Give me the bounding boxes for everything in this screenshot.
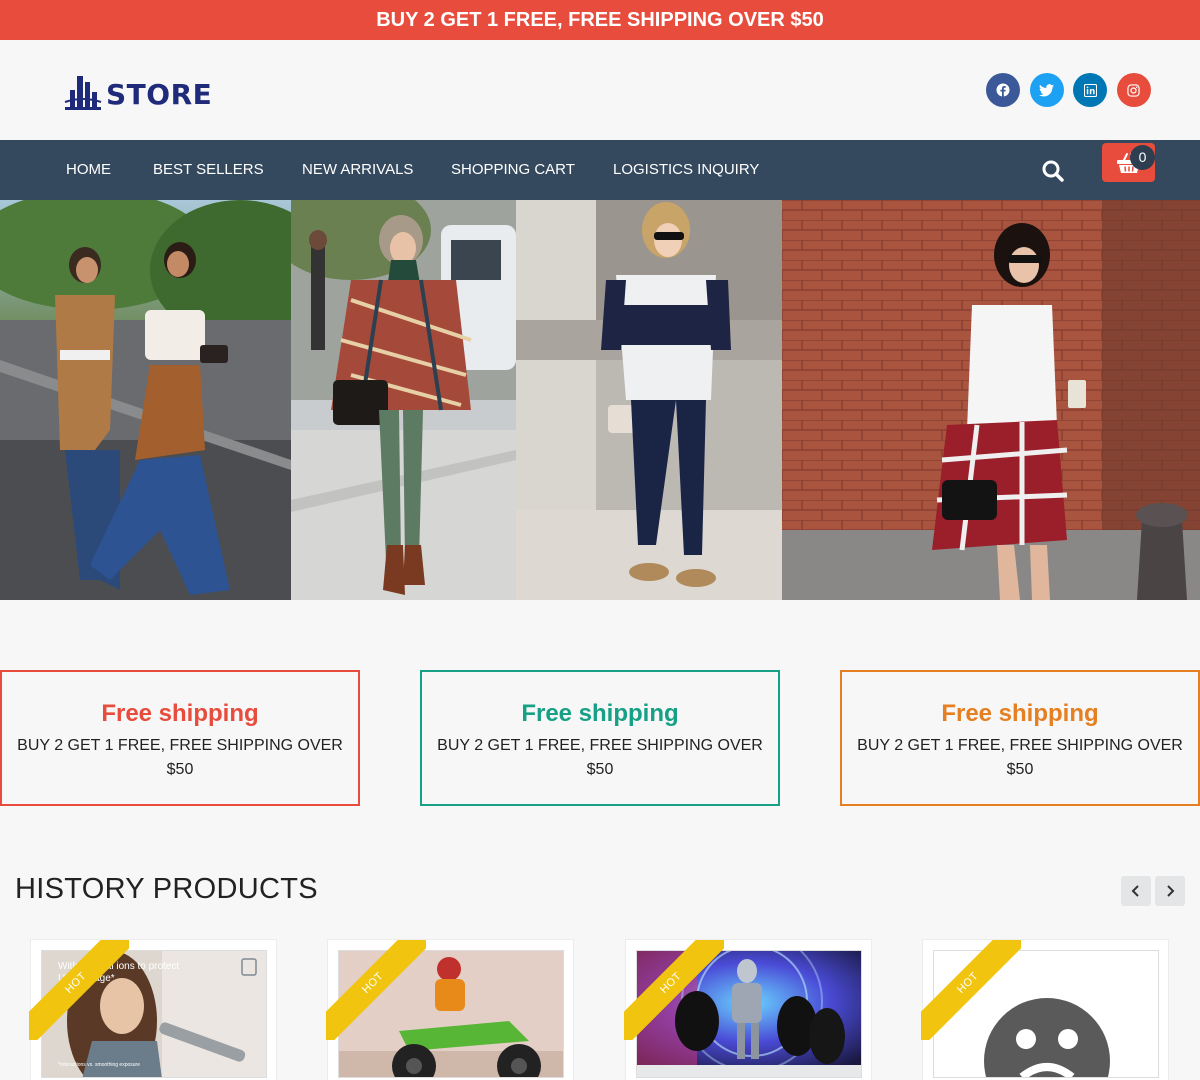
- feature-box-2: Free shipping BUY 2 GET 1 FREE, FREE SHI…: [420, 670, 780, 806]
- hero-photo-1: [0, 200, 291, 600]
- product-card[interactable]: With mineral ions to protect UV damage* …: [29, 939, 277, 1080]
- history-products-title: HISTORY PRODUCTS: [15, 873, 318, 905]
- hot-ribbon: HOT: [921, 940, 1021, 1040]
- hot-badge: HOT: [921, 940, 1021, 1040]
- feature-text: BUY 2 GET 1 FREE, FREE SHIPPING OVER $50: [437, 737, 763, 778]
- nav-logistics-inquiry[interactable]: LOGISTICS INQUIRY: [613, 140, 759, 200]
- hot-badge: HOT: [326, 940, 426, 1040]
- carousel-next-button[interactable]: [1155, 876, 1185, 906]
- carousel-prev-button[interactable]: [1121, 876, 1151, 906]
- nav-best-sellers[interactable]: BEST SELLERS: [153, 140, 264, 200]
- product-image-footnote: *Interactions vs. smoothing exposure: [58, 1062, 140, 1068]
- feature-title: Free shipping: [941, 700, 1099, 727]
- instagram-icon[interactable]: [1116, 73, 1151, 107]
- building-logo-icon: [64, 76, 102, 110]
- store-logo[interactable]: STORE: [64, 70, 212, 110]
- product-card[interactable]: HOT: [921, 939, 1169, 1080]
- logo-text: STORE: [106, 78, 213, 111]
- chevron-left-icon: [1131, 885, 1139, 897]
- feature-box-1: Free shipping BUY 2 GET 1 FREE, FREE SHI…: [0, 670, 360, 806]
- facebook-icon[interactable]: [986, 73, 1020, 107]
- hot-ribbon: HOT: [29, 940, 129, 1040]
- hero-banner[interactable]: [0, 200, 1200, 600]
- social-links: [986, 73, 1160, 107]
- feature-text: BUY 2 GET 1 FREE, FREE SHIPPING OVER $50: [17, 737, 343, 778]
- cart-count-badge: 0: [1130, 145, 1155, 170]
- main-nav: HOME BEST SELLERS NEW ARRIVALS SHOPPING …: [0, 140, 1200, 200]
- hot-badge: HOT: [624, 940, 724, 1040]
- product-card[interactable]: HOT: [624, 939, 872, 1080]
- twitter-icon[interactable]: [1029, 73, 1064, 107]
- product-card[interactable]: HOT: [326, 939, 574, 1080]
- linkedin-icon[interactable]: [1073, 73, 1107, 107]
- hero-photo-4: [782, 200, 1200, 600]
- feature-title: Free shipping: [521, 700, 679, 727]
- chevron-right-icon: [1167, 885, 1175, 897]
- feature-text: BUY 2 GET 1 FREE, FREE SHIPPING OVER $50: [857, 737, 1183, 778]
- hero-photo-2: [291, 200, 516, 600]
- nav-shopping-cart[interactable]: SHOPPING CART: [451, 140, 575, 200]
- nav-home[interactable]: HOME: [66, 140, 111, 200]
- feature-box-3: Free shipping BUY 2 GET 1 FREE, FREE SHI…: [840, 670, 1200, 806]
- feature-title: Free shipping: [101, 700, 259, 727]
- search-icon[interactable]: [1040, 158, 1066, 184]
- hero-photo-3: [516, 200, 782, 600]
- promo-bar: BUY 2 GET 1 FREE, FREE SHIPPING OVER $50: [0, 0, 1200, 40]
- hot-ribbon: HOT: [624, 940, 724, 1040]
- hot-ribbon: HOT: [326, 940, 426, 1040]
- hot-badge: HOT: [29, 940, 129, 1040]
- site-header: STORE: [0, 40, 1200, 140]
- nav-new-arrivals[interactable]: NEW ARRIVALS: [302, 140, 413, 200]
